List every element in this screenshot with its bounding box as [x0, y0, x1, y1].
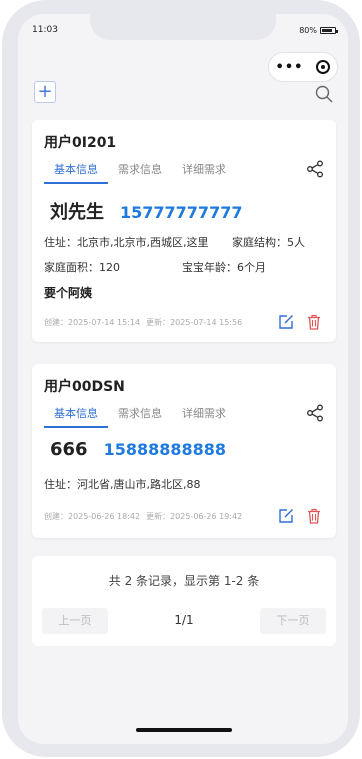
more-icon[interactable]: ••• [276, 60, 304, 75]
home-area: 家庭面积：120 [44, 261, 120, 274]
baby-age: 宝宝年龄：6个月 [182, 261, 266, 274]
record-title: 用户00DSN [44, 379, 125, 395]
notch [90, 14, 276, 40]
tab-detail-demand[interactable]: 详细需求 [172, 405, 236, 428]
contact-row: 刘先生 15777777777 [50, 198, 242, 224]
tab-detail-demand[interactable]: 详细需求 [172, 161, 236, 184]
contact-row: 666 15888888888 [50, 439, 226, 460]
tab-basic-info[interactable]: 基本信息 [44, 405, 108, 428]
record-tabs: 基本信息 需求信息 详细需求 [44, 405, 236, 428]
record-card: 用户00DSN 基本信息 需求信息 详细需求 666 15888888888 住… [32, 364, 336, 538]
status-time: 11:03 [32, 25, 58, 35]
share-icon[interactable] [306, 160, 324, 178]
address: 住址：河北省,唐山市,路北区,88 [44, 478, 201, 491]
next-page-button[interactable]: 下一页 [260, 608, 326, 634]
close-target-icon[interactable] [316, 60, 331, 74]
created-time: 创建：2025-07-14 15:14 [44, 318, 141, 327]
miniprogram-capsule: ••• [268, 52, 338, 82]
screen: 11:03 80% ••• + 用户0I201 基本信息 需求信息 详细需求 刘… [18, 14, 348, 744]
edit-icon[interactable] [278, 314, 294, 330]
demand-note: 要个阿姨 [44, 286, 93, 300]
record-tabs: 基本信息 需求信息 详细需求 [44, 161, 236, 184]
timestamps: 创建：2025-07-14 15:14 更新：2025-07-14 15:56 [44, 317, 242, 328]
updated-time: 更新：2025-07-14 15:56 [146, 318, 243, 327]
tab-demand-info[interactable]: 需求信息 [108, 405, 172, 428]
contact-name: 666 [50, 439, 88, 460]
search-icon[interactable] [314, 84, 334, 104]
timestamps: 创建：2025-06-26 18:42 更新：2025-06-26 19:42 [44, 511, 242, 522]
phone-frame: 11:03 80% ••• + 用户0I201 基本信息 需求信息 详细需求 刘… [2, 0, 360, 757]
pagination: 共 2 条记录，显示第 1-2 条 上一页 1/1 下一页 [32, 556, 336, 646]
contact-phone[interactable]: 15888888888 [104, 440, 226, 459]
home-indicator [136, 728, 232, 732]
battery-level: 80% [299, 26, 317, 35]
record-summary: 共 2 条记录，显示第 1-2 条 [108, 574, 260, 588]
share-icon[interactable] [306, 404, 324, 422]
add-button[interactable]: + [34, 81, 56, 103]
updated-time: 更新：2025-06-26 19:42 [146, 512, 243, 521]
delete-icon[interactable] [306, 314, 322, 330]
created-time: 创建：2025-06-26 18:42 [44, 512, 141, 521]
status-battery: 80% [299, 26, 338, 35]
record-card: 用户0I201 基本信息 需求信息 详细需求 刘先生 15777777777 住… [32, 120, 336, 342]
record-title: 用户0I201 [44, 135, 117, 151]
tab-basic-info[interactable]: 基本信息 [44, 161, 108, 184]
edit-icon[interactable] [278, 508, 294, 524]
tab-demand-info[interactable]: 需求信息 [108, 161, 172, 184]
address: 住址：北京市,北京市,西城区,这里 [44, 236, 209, 249]
delete-icon[interactable] [306, 508, 322, 524]
contact-name: 刘先生 [50, 202, 104, 223]
battery-icon [320, 27, 338, 34]
contact-phone[interactable]: 15777777777 [120, 203, 242, 222]
family-structure: 家庭结构：5人 [232, 236, 305, 249]
